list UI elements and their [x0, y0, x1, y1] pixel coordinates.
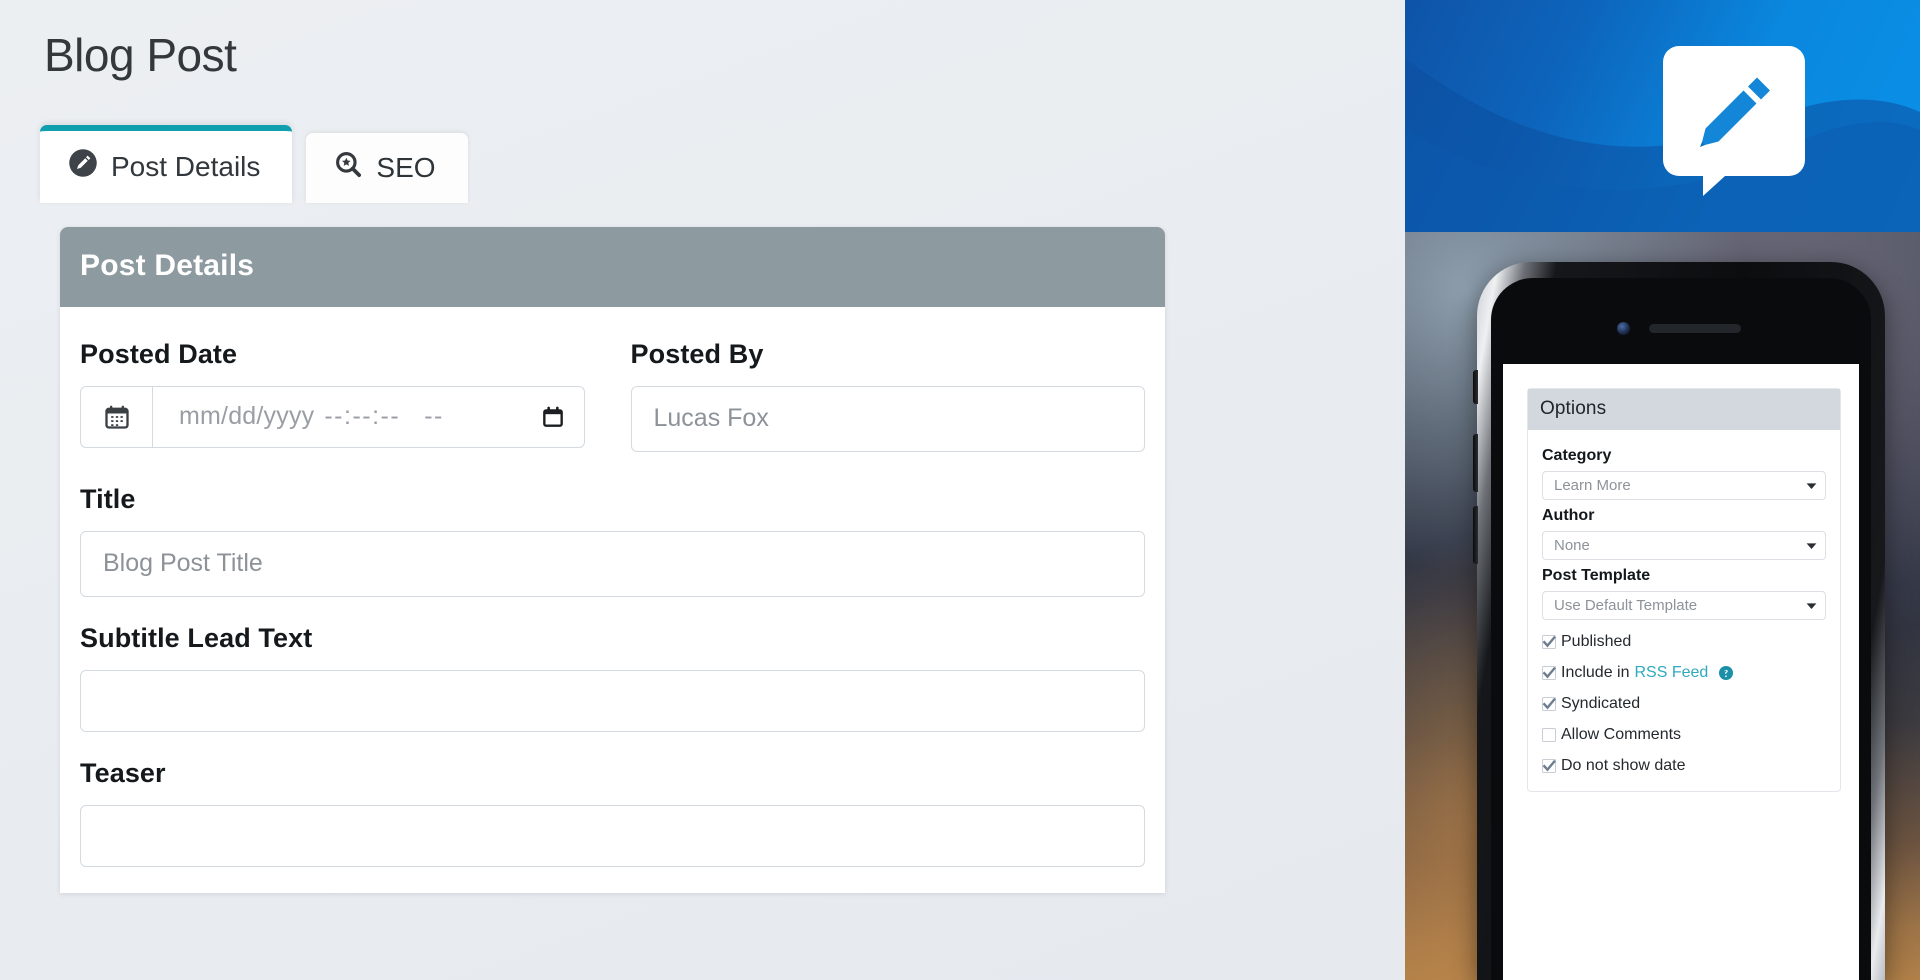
post-template-label: Post Template	[1542, 567, 1651, 584]
phone-volume-down-button	[1473, 506, 1478, 564]
tab-seo-label: SEO	[376, 151, 436, 183]
teaser-input[interactable]	[80, 804, 1145, 867]
checkbox-include-rss-checked-icon[interactable]	[1542, 666, 1556, 680]
subtitle-input[interactable]	[80, 669, 1145, 732]
field-posted-by: Posted By Lucas Fox	[630, 338, 1145, 452]
phone-mute-switch	[1473, 370, 1478, 404]
checkbox-include-rss-label: Include in	[1561, 664, 1630, 681]
teaser-label: Teaser	[80, 757, 166, 788]
author-select[interactable]: None	[1542, 531, 1826, 560]
editor-pane: Blog Post Post Details SEO Post Details …	[0, 0, 1405, 980]
title-placeholder: Blog Post Title	[103, 549, 263, 578]
option-category: Category Learn More	[1542, 447, 1826, 500]
chevron-down-icon	[1806, 597, 1817, 614]
author-value: None	[1554, 537, 1590, 554]
posted-by-placeholder: Lucas Fox	[653, 404, 769, 433]
front-camera-icon	[1617, 322, 1630, 335]
posted-by-label: Posted By	[630, 338, 764, 369]
earpiece-speaker	[1649, 324, 1741, 333]
posted-date-input[interactable]: mm/dd/yyyy --:--:-- --	[152, 385, 585, 448]
checkbox-do-not-show-date-label: Do not show date	[1561, 757, 1686, 774]
field-teaser: Teaser	[80, 758, 1145, 867]
options-header: Options	[1528, 389, 1840, 430]
tab-seo[interactable]: SEO	[306, 132, 468, 203]
checkbox-row-syndicated[interactable]: Syndicated	[1542, 695, 1826, 713]
title-label: Title	[80, 483, 136, 514]
option-post-template: Post Template Use Default Template	[1542, 567, 1826, 620]
author-label: Author	[1542, 507, 1595, 524]
title-input[interactable]: Blog Post Title	[80, 530, 1145, 597]
category-label: Category	[1542, 447, 1612, 464]
search-star-icon	[334, 150, 363, 186]
preview-banner	[1405, 0, 1920, 232]
subtitle-label: Subtitle Lead Text	[80, 622, 313, 653]
category-value: Learn More	[1554, 477, 1631, 494]
checkbox-row-allow-comments[interactable]: Allow Comments	[1542, 726, 1826, 744]
checkbox-row-published[interactable]: Published	[1542, 633, 1826, 651]
option-author: Author None	[1542, 507, 1826, 560]
tab-post-details[interactable]: Post Details	[40, 124, 293, 203]
post-details-card: Post Details Posted Date mm/dd/yyyy --:-…	[60, 226, 1165, 893]
checkbox-row-include-rss[interactable]: Include in RSS Feed	[1542, 664, 1826, 682]
field-title: Title Blog Post Title	[80, 484, 1145, 597]
app-screen: Blog Post Post Details SEO Post Details …	[0, 0, 1920, 980]
options-card: Options Category Learn More Author None …	[1527, 388, 1841, 792]
checkbox-syndicated-checked-icon[interactable]	[1542, 697, 1556, 711]
field-posted-date: Posted Date mm/dd/yyyy --:--:-- --	[80, 339, 595, 448]
date-placeholder: mm/dd/yyyy	[179, 402, 315, 431]
card-header: Post Details	[60, 226, 1165, 307]
phone-mockup: Options Category Learn More Author None …	[1473, 262, 1885, 980]
phone-bezel: Options Category Learn More Author None …	[1491, 278, 1871, 980]
page-title: Blog Post	[44, 29, 237, 81]
posted-date-label: Posted Date	[80, 338, 238, 369]
checkbox-allow-comments-unchecked-icon[interactable]	[1542, 728, 1556, 742]
calendar-picker-icon[interactable]	[540, 404, 566, 430]
rss-feed-link[interactable]: RSS Feed	[1635, 664, 1709, 682]
checkbox-row-do-not-show-date[interactable]: Do not show date	[1542, 757, 1826, 775]
phone-screen: Options Category Learn More Author None …	[1503, 364, 1859, 980]
post-template-value: Use Default Template	[1554, 597, 1698, 614]
field-subtitle: Subtitle Lead Text	[80, 623, 1145, 732]
ampm-placeholder: --	[424, 402, 444, 431]
time-placeholder: --:--:--	[324, 402, 401, 431]
phone-volume-up-button	[1473, 434, 1478, 492]
checkbox-allow-comments-label: Allow Comments	[1561, 726, 1682, 743]
tab-strip: Post Details SEO	[40, 124, 1405, 203]
checkbox-syndicated-label: Syndicated	[1561, 695, 1641, 712]
chevron-down-icon	[1806, 537, 1817, 554]
checkbox-published-label: Published	[1561, 633, 1632, 650]
calendar-icon[interactable]	[80, 385, 152, 448]
checkbox-do-not-show-date-checked-icon[interactable]	[1542, 759, 1556, 773]
help-circle-icon[interactable]	[1719, 666, 1734, 680]
chevron-down-icon	[1806, 477, 1817, 494]
posted-by-input[interactable]: Lucas Fox	[630, 385, 1145, 452]
preview-pane: Options Category Learn More Author None …	[1405, 0, 1920, 980]
preview-photo-background: Options Category Learn More Author None …	[1405, 232, 1920, 980]
pencil-circle-icon	[68, 148, 98, 185]
checkbox-published-checked-icon[interactable]	[1542, 635, 1556, 649]
tab-post-details-label: Post Details	[111, 150, 261, 182]
post-template-select[interactable]: Use Default Template	[1542, 591, 1826, 620]
category-select[interactable]: Learn More	[1542, 471, 1826, 500]
